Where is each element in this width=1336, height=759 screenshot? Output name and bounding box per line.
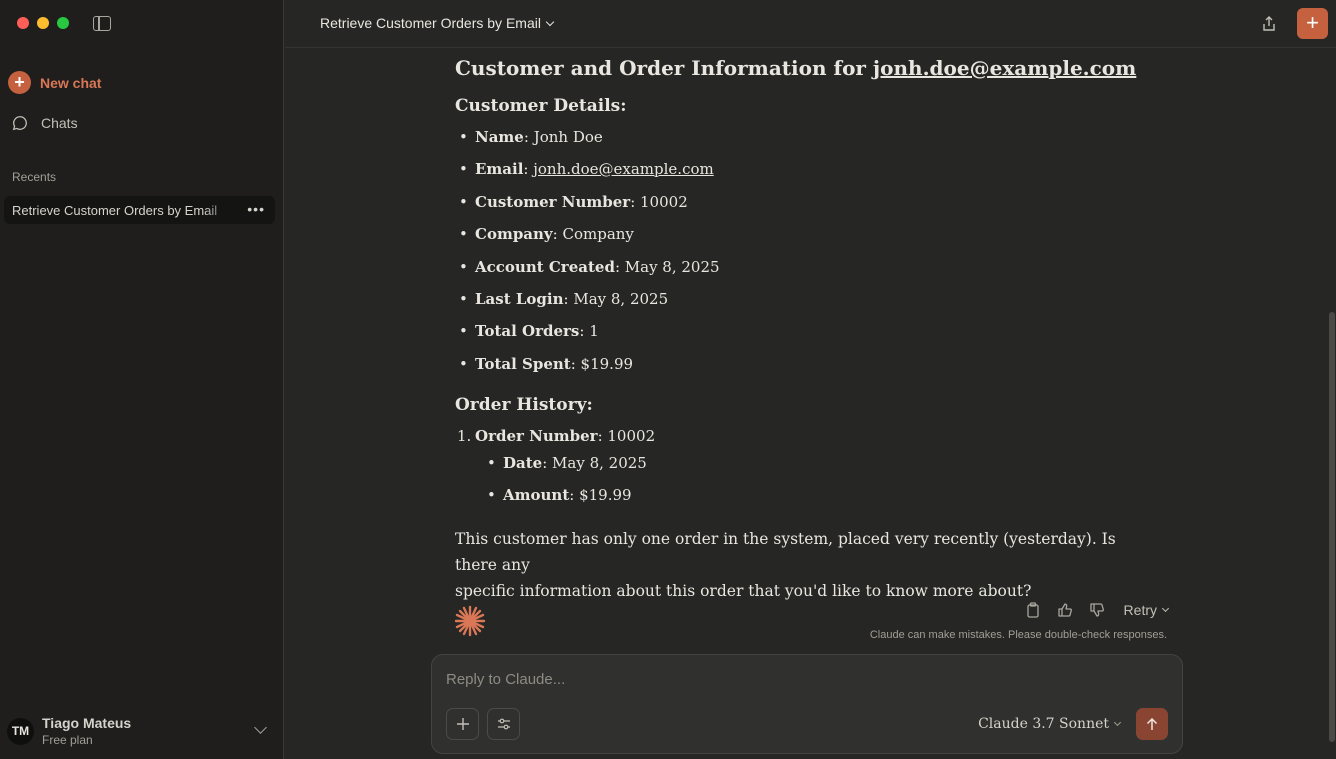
message-heading: Customer and Order Information for jonh.…	[455, 56, 1137, 80]
share-icon	[1263, 16, 1275, 31]
heading-email-link[interactable]: jonh.doe@example.com	[873, 56, 1136, 80]
avatar: TM	[7, 717, 34, 745]
list-item: Last Login: May 8, 2025	[459, 290, 668, 308]
conversation-title-dropdown[interactable]: Retrieve Customer Orders by Email	[320, 15, 555, 31]
plus-icon: +	[8, 71, 31, 94]
recent-chat-item[interactable]: Retrieve Customer Orders by Email •••	[4, 196, 275, 224]
header: Retrieve Customer Orders by Email +	[285, 0, 1336, 48]
recent-chat-label: Retrieve Customer Orders by Email	[12, 202, 218, 218]
sliders-icon	[497, 718, 510, 730]
thumbs-down-icon[interactable]	[1088, 601, 1106, 619]
chevron-down-icon	[1113, 718, 1122, 727]
list-item: Company: Company	[459, 225, 634, 243]
order-list-item: 1. Order Number: 10002	[457, 427, 656, 445]
closing-paragraph: This customer has only one order in the …	[455, 530, 1116, 600]
tools-button[interactable]	[487, 708, 520, 740]
close-window-button[interactable]	[17, 17, 29, 29]
recents-heading: Recents	[12, 170, 57, 184]
claude-logo-icon	[454, 605, 486, 637]
user-plan: Free plan	[42, 733, 93, 747]
composer: Claude 3.7 Sonnet	[431, 654, 1183, 754]
arrow-up-icon	[1146, 717, 1158, 730]
share-button[interactable]	[1257, 12, 1281, 36]
send-button[interactable]	[1136, 708, 1168, 740]
user-profile[interactable]: TM Tiago Mateus Free plan	[7, 715, 275, 747]
new-chat-label: New chat	[40, 74, 102, 91]
order-detail-item: Date: May 8, 2025	[487, 454, 647, 472]
chat-bubble-icon	[12, 116, 27, 131]
scrollbar[interactable]	[1329, 312, 1335, 742]
list-item: Total Spent: $19.99	[459, 355, 633, 373]
retry-button[interactable]: Retry	[1123, 602, 1170, 618]
plus-icon	[456, 718, 469, 730]
maximize-window-button[interactable]	[57, 17, 69, 29]
app-window: + New chat Chats Recents Retrieve Custom…	[0, 0, 1336, 759]
retry-label: Retry	[1123, 602, 1157, 618]
new-chat-header-button[interactable]: +	[1297, 8, 1328, 39]
chevron-down-icon	[1161, 604, 1170, 613]
list-item: Total Orders: 1	[459, 322, 599, 340]
order-history-heading: Order History:	[455, 395, 593, 415]
sidebar: + New chat Chats Recents Retrieve Custom…	[0, 0, 284, 759]
model-selector[interactable]: Claude 3.7 Sonnet	[978, 716, 1122, 732]
conversation-title: Retrieve Customer Orders by Email	[320, 15, 541, 31]
email-link[interactable]: jonh.doe@example.com	[533, 160, 713, 178]
attach-button[interactable]	[446, 708, 479, 740]
sidebar-item-label: Chats	[41, 115, 78, 131]
reply-input[interactable]	[446, 671, 1146, 688]
new-chat-button[interactable]: + New chat	[8, 71, 101, 94]
order-detail-item: Amount: $19.99	[487, 486, 632, 504]
message-actions: Retry	[1024, 601, 1170, 619]
list-item: Customer Number: 10002	[459, 193, 688, 211]
customer-details-heading: Customer Details:	[455, 96, 627, 116]
disclaimer-text: Claude can make mistakes. Please double-…	[869, 629, 1167, 641]
chevron-down-icon[interactable]	[254, 721, 267, 734]
window-controls	[17, 17, 69, 29]
thumbs-up-icon[interactable]	[1056, 601, 1074, 619]
model-name: Claude 3.7 Sonnet	[978, 716, 1109, 732]
list-item: Email: jonh.doe@example.com	[459, 160, 714, 178]
list-item: Name: Jonh Doe	[459, 128, 603, 146]
minimize-window-button[interactable]	[37, 17, 49, 29]
sidebar-item-chats[interactable]: Chats	[11, 114, 78, 132]
sidebar-toggle-icon[interactable]	[93, 16, 111, 31]
copy-icon[interactable]	[1024, 601, 1042, 619]
chevron-down-icon	[545, 17, 555, 26]
user-name: Tiago Mateus	[42, 715, 132, 731]
more-options-icon[interactable]: •••	[247, 201, 265, 217]
list-item: Account Created: May 8, 2025	[459, 258, 720, 276]
